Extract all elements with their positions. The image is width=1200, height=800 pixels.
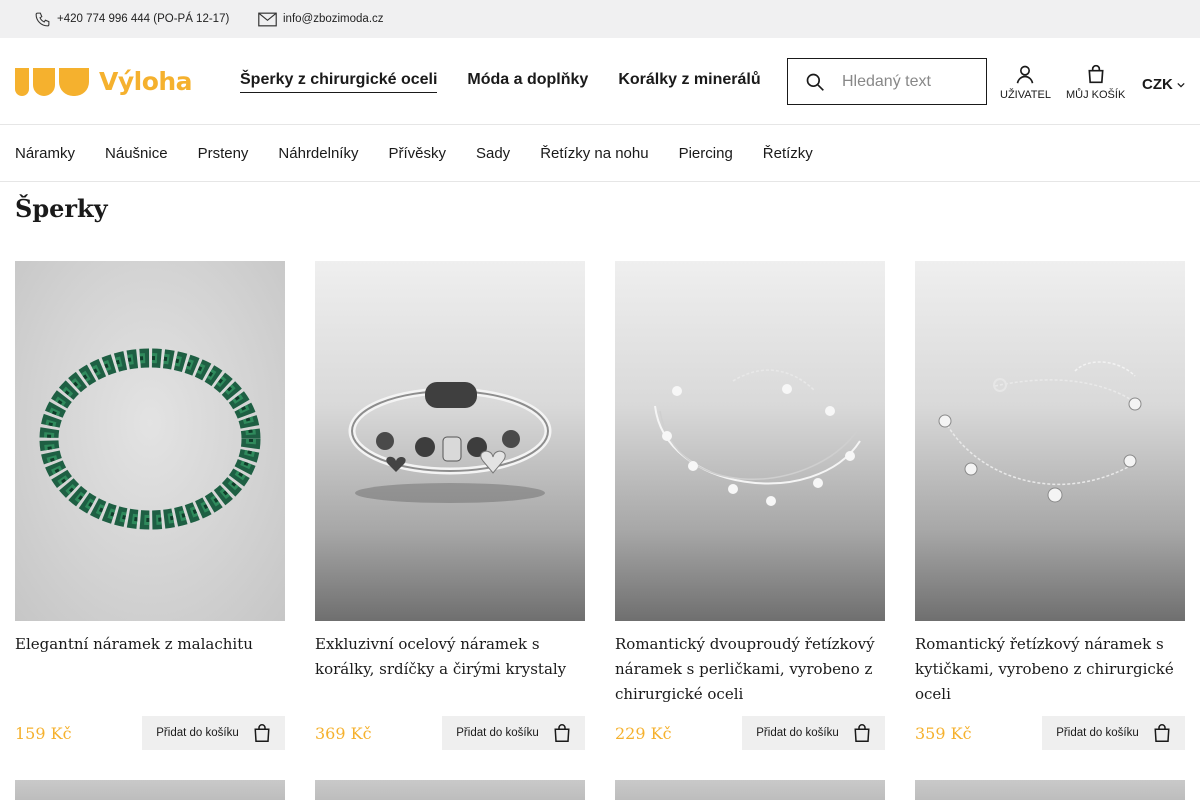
user-label: UŽIVATEL <box>1000 89 1051 101</box>
cart-label: MŮJ KOŠÍK <box>1066 89 1126 101</box>
site-header: Výloha Šperky z chirurgické oceli Móda a… <box>0 38 1200 125</box>
search-box <box>787 58 987 105</box>
chevron-down-icon <box>1177 82 1185 87</box>
product-name[interactable]: Romantický řetízkový náramek s kytičkami… <box>915 632 1185 707</box>
malachite-bracelet-image <box>39 348 261 530</box>
user-icon <box>1017 65 1034 84</box>
product-image[interactable] <box>615 261 885 621</box>
category-link[interactable]: Prsteny <box>198 145 249 162</box>
buy-row: 229 Kč Přidat do košíku <box>615 716 885 750</box>
currency-value: CZK <box>1142 76 1173 93</box>
search-icon <box>806 73 824 91</box>
add-to-cart-button[interactable]: Přidat do košíku <box>1042 716 1185 750</box>
search-button[interactable] <box>788 72 842 92</box>
add-to-cart-button[interactable]: Přidat do košíku <box>442 716 585 750</box>
add-to-cart-button[interactable]: Přidat do košíku <box>142 716 285 750</box>
phone-contact[interactable]: +420 774 996 444 (PO-PÁ 12-17) <box>34 0 229 38</box>
add-to-cart-button[interactable]: Přidat do košíku <box>742 716 885 750</box>
product-price: 369 Kč <box>315 723 372 743</box>
category-link[interactable]: Náramky <box>15 145 75 162</box>
category-link[interactable]: Náhrdelníky <box>278 145 358 162</box>
logo-text: Výloha <box>99 66 193 96</box>
category-link[interactable]: Řetízky na nohu <box>540 145 648 162</box>
currency-selector[interactable]: CZK <box>1142 76 1185 93</box>
product-image-next-row[interactable] <box>915 780 1185 800</box>
shopping-bag-icon <box>854 724 870 742</box>
nav-steel-jewelry[interactable]: Šperky z chirurgické oceli <box>240 71 438 93</box>
buy-row: 359 Kč Přidat do košíku <box>915 716 1185 750</box>
user-account-button[interactable]: UŽIVATEL <box>1000 64 1051 101</box>
main-navigation: Šperky z chirurgické oceli Móda a doplňk… <box>240 38 791 125</box>
category-navigation: Náramky Náušnice Prsteny Náhrdelníky Pří… <box>0 125 1200 182</box>
product-image[interactable] <box>15 261 285 621</box>
product-name[interactable]: Elegantní náramek z malachitu <box>15 632 285 707</box>
mail-icon <box>258 12 277 26</box>
product-image-next-row[interactable] <box>615 780 885 800</box>
product-card: Romantický dvouproudý řetízkový náramek … <box>615 261 885 750</box>
product-price: 229 Kč <box>615 723 672 743</box>
logo-mark <box>15 66 89 96</box>
product-image[interactable] <box>915 261 1185 621</box>
add-to-cart-label: Přidat do košíku <box>756 727 839 739</box>
add-to-cart-label: Přidat do košíku <box>1056 727 1139 739</box>
buy-row: 369 Kč Přidat do košíku <box>315 716 585 750</box>
shopping-bag-icon <box>1154 724 1170 742</box>
category-link[interactable]: Sady <box>476 145 510 162</box>
nav-mineral-beads[interactable]: Korálky z minerálů <box>618 71 760 92</box>
product-name[interactable]: Romantický dvouproudý řetízkový náramek … <box>615 632 885 707</box>
site-logo[interactable]: Výloha <box>15 65 193 97</box>
category-link[interactable]: Řetízky <box>763 145 813 162</box>
shopping-bag-icon <box>254 724 270 742</box>
product-card: Exkluzivní ocelový náramek s korálky, sr… <box>315 261 585 750</box>
pearl-bracelet-image <box>654 369 861 506</box>
product-image-next-row[interactable] <box>15 780 285 800</box>
shopping-bag-icon <box>554 724 570 742</box>
category-link[interactable]: Přívěsky <box>388 145 446 162</box>
category-link[interactable]: Piercing <box>679 145 733 162</box>
add-to-cart-label: Přidat do košíku <box>456 727 539 739</box>
cart-button[interactable]: MŮJ KOŠÍK <box>1066 64 1125 101</box>
phone-icon <box>35 12 50 26</box>
product-price: 359 Kč <box>915 723 972 743</box>
steel-bracelet-image <box>348 382 552 503</box>
add-to-cart-label: Přidat do košíku <box>156 727 239 739</box>
category-link[interactable]: Náušnice <box>105 145 168 162</box>
product-image-next-row[interactable] <box>315 780 585 800</box>
product-card: Romantický řetízkový náramek s kytičkami… <box>915 261 1185 750</box>
email-contact[interactable]: info@zbozimoda.cz <box>258 0 384 38</box>
product-image[interactable] <box>315 261 585 621</box>
search-input[interactable] <box>842 72 972 91</box>
buy-row: 159 Kč Přidat do košíku <box>15 716 285 750</box>
email-text: info@zbozimoda.cz <box>283 13 384 25</box>
top-info-bar: +420 774 996 444 (PO-PÁ 12-17) info@zboz… <box>0 0 1200 38</box>
nav-fashion[interactable]: Móda a doplňky <box>467 71 588 92</box>
product-card: Elegantní náramek z malachitu 159 Kč Při… <box>15 261 285 750</box>
shopping-bag-icon <box>1088 64 1104 84</box>
product-price: 159 Kč <box>15 723 72 743</box>
flower-bracelet-image <box>938 361 1142 503</box>
product-name[interactable]: Exkluzivní ocelový náramek s korálky, sr… <box>315 632 585 707</box>
phone-text: +420 774 996 444 (PO-PÁ 12-17) <box>57 13 230 25</box>
page-title: Šperky <box>15 194 108 223</box>
